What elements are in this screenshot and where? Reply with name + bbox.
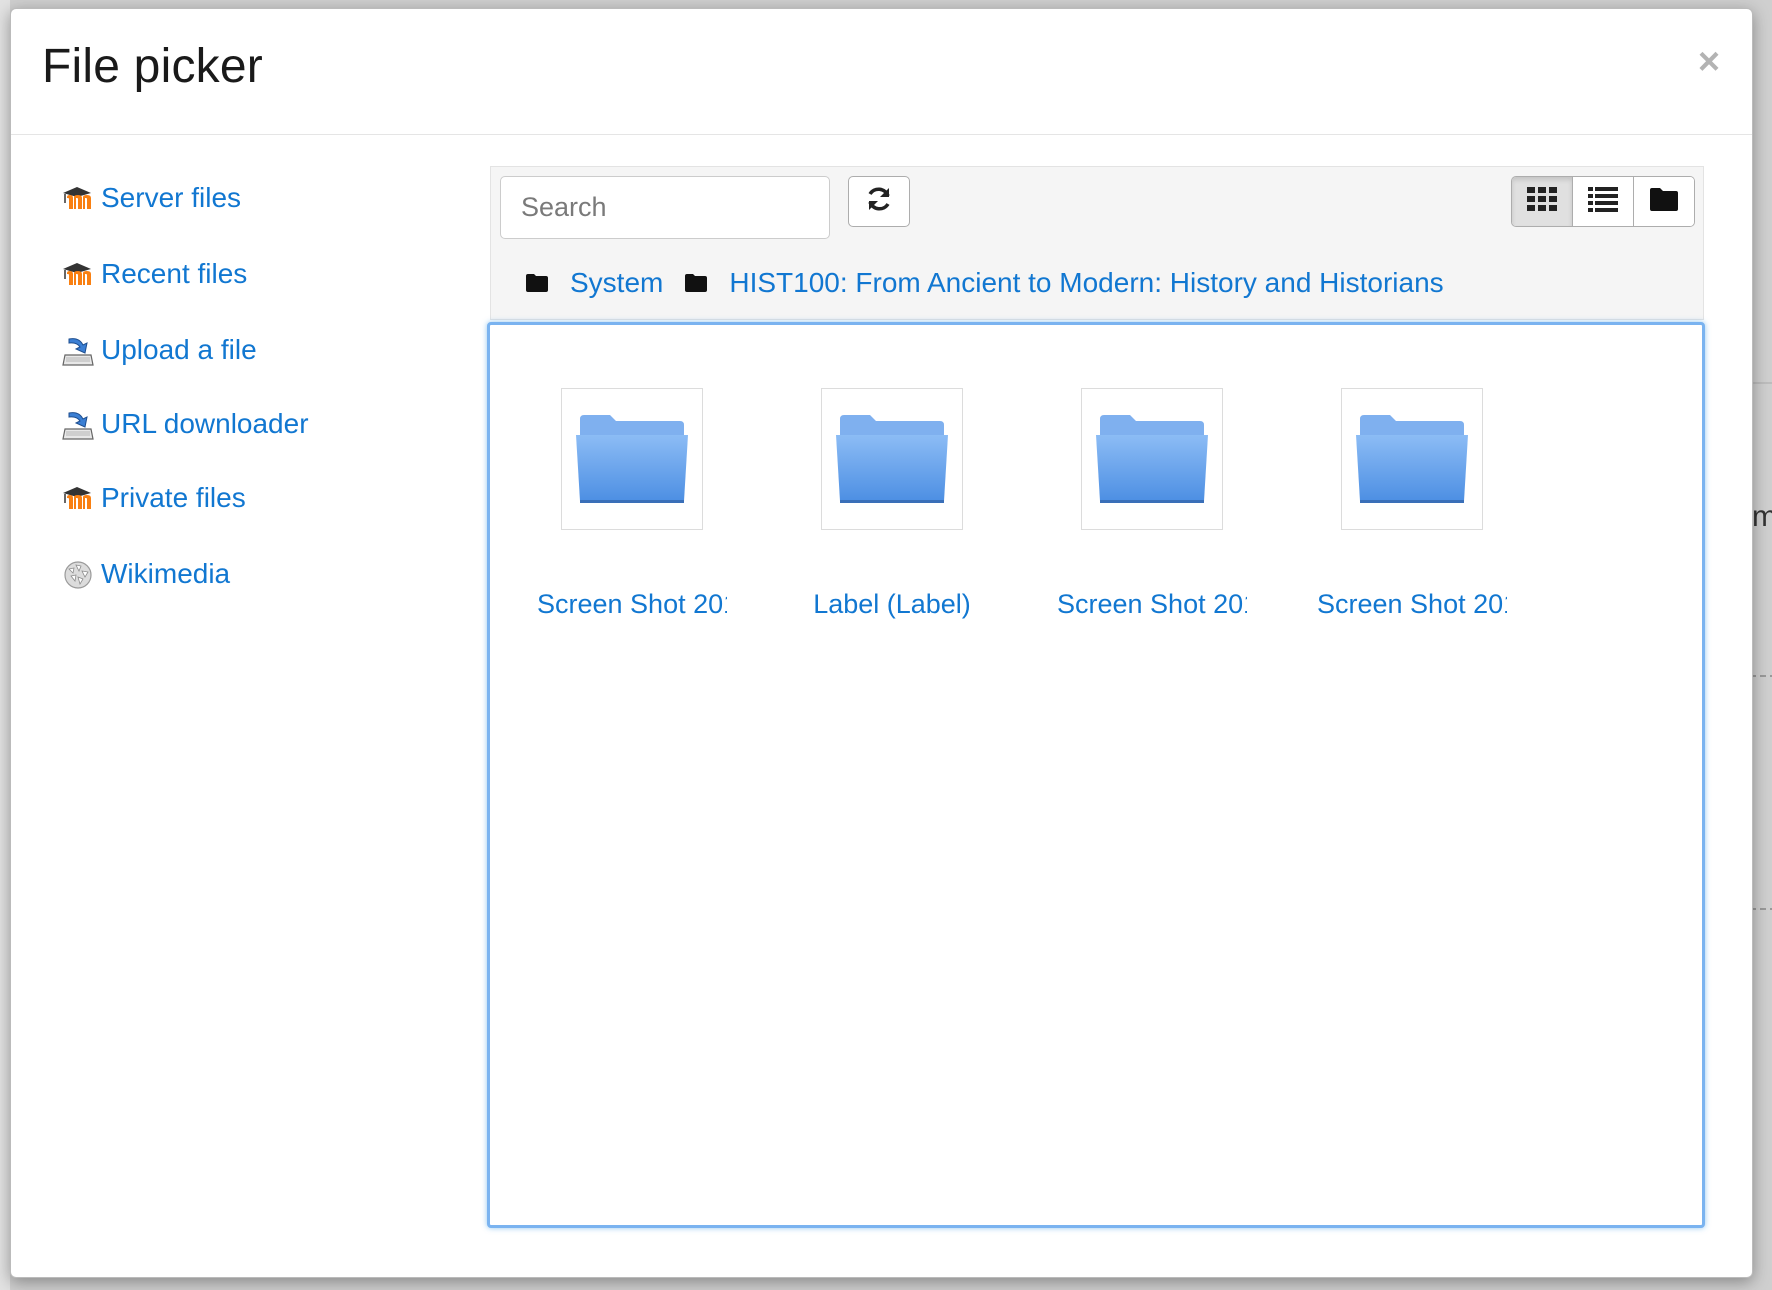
file-tile[interactable]: Screen Shot 2017-03-08 at [1317, 388, 1507, 620]
folder-thumbnail [1341, 388, 1483, 530]
repo-label: Server files [101, 182, 242, 213]
view-mode-toggle [1511, 176, 1695, 227]
background-divider [1753, 382, 1772, 384]
folder-icon [1356, 415, 1468, 503]
background-dash [1750, 675, 1772, 677]
repo-label: Wikimedia [101, 558, 231, 589]
folder-thumbnail [821, 388, 963, 530]
file-name: Screen Shot 2017-03-08 at [1317, 589, 1507, 619]
breadcrumb-link-system[interactable]: System [570, 267, 663, 299]
repo-recent-files[interactable]: Recent files [61, 255, 441, 293]
repo-label: Upload a file [101, 334, 257, 365]
background-dash [1750, 908, 1772, 910]
folder-icon [576, 415, 688, 503]
background-text-fragment: m [1752, 500, 1772, 533]
breadcrumb-link-course[interactable]: HIST100: From Ancient to Modern: History… [729, 267, 1443, 299]
repo-label: Recent files [101, 258, 248, 289]
tree-view-button[interactable] [1634, 177, 1694, 226]
search-input[interactable] [500, 176, 830, 239]
file-picker-dialog: File picker × Server files Recent files … [10, 8, 1753, 1278]
folder-icon [526, 267, 548, 299]
repo-wikimedia[interactable]: Wikimedia [61, 555, 441, 593]
background-page [0, 0, 10, 1290]
repo-server-files[interactable]: Server files [61, 179, 441, 217]
folder-icon [1649, 186, 1679, 217]
repo-upload-file[interactable]: Upload a file [61, 331, 441, 369]
breadcrumb: System HIST100: From Ancient to Modern: … [526, 263, 1466, 303]
repo-url-downloader[interactable]: URL downloader [61, 405, 441, 443]
grid-view-button[interactable] [1512, 177, 1573, 226]
breadcrumb-item: System [526, 267, 663, 299]
refresh-icon [864, 184, 894, 219]
list-view-button[interactable] [1573, 177, 1634, 226]
file-name: Label (Label) [813, 589, 971, 619]
dialog-header: File picker × [11, 9, 1752, 135]
upload-icon [61, 335, 95, 366]
file-name: Screen Shot 2017-03-08 at [1057, 589, 1247, 619]
folder-icon [685, 267, 708, 299]
wikimedia-icon [61, 559, 95, 589]
file-tile[interactable]: Screen Shot 2017-03-08 at [1057, 388, 1247, 620]
moodle-icon [61, 259, 95, 289]
folder-thumbnail [561, 388, 703, 530]
close-button[interactable]: × [1692, 43, 1726, 81]
grid-view-icon [1526, 186, 1558, 217]
folder-icon [836, 415, 948, 503]
folder-icon [1096, 415, 1208, 503]
download-icon [61, 409, 95, 440]
file-grid: Screen Shot 2017-03-08 at Label (Label) [487, 322, 1705, 1228]
folder-thumbnail [1081, 388, 1223, 530]
moodle-icon [61, 183, 95, 213]
file-toolbar: System HIST100: From Ancient to Modern: … [490, 166, 1704, 320]
dialog-title: File picker [42, 40, 263, 93]
file-tile[interactable]: Screen Shot 2017-03-08 at [537, 388, 727, 620]
moodle-icon [61, 483, 95, 513]
list-view-icon [1587, 186, 1619, 217]
repo-label: URL downloader [101, 408, 309, 439]
repo-label: Private files [101, 482, 246, 513]
file-name: Screen Shot 2017-03-08 at [537, 589, 727, 619]
repo-private-files[interactable]: Private files [61, 479, 441, 517]
file-tile[interactable]: Label (Label) [797, 388, 987, 620]
refresh-button[interactable] [848, 176, 910, 227]
breadcrumb-item: HIST100: From Ancient to Modern: History… [685, 267, 1444, 299]
repository-list: Server files Recent files Upload a file … [61, 179, 441, 631]
